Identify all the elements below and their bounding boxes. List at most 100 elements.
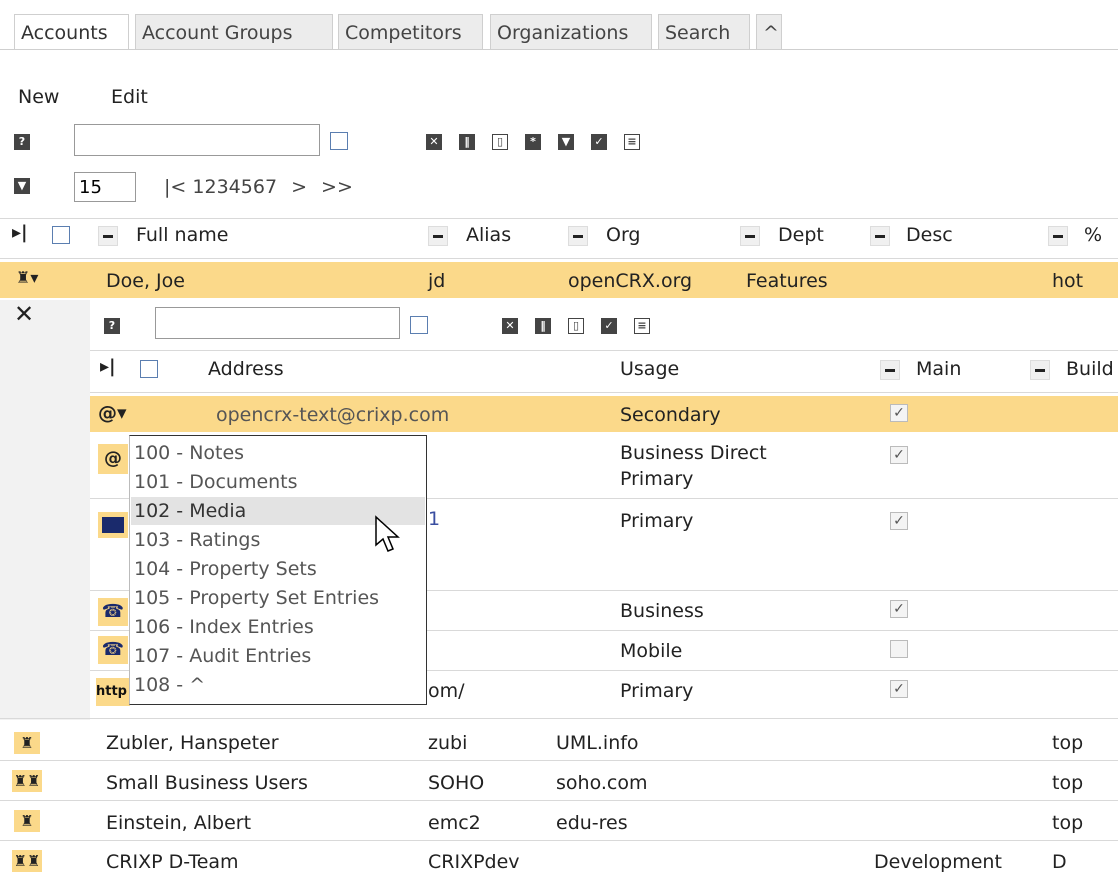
dropdown-item-ratings[interactable]: 103 - Ratings bbox=[134, 526, 260, 554]
sub-columns-icon[interactable]: ‖ bbox=[535, 318, 551, 334]
clear-filter-icon[interactable]: ✕ bbox=[426, 134, 442, 150]
sub-row-address[interactable]: om/ bbox=[428, 680, 465, 702]
filter-down-icon[interactable]: ▼ bbox=[558, 134, 574, 150]
columns-icon[interactable]: ‖ bbox=[459, 134, 475, 150]
sub-select-all-checkbox[interactable] bbox=[140, 360, 158, 378]
col-build[interactable]: Build bbox=[1066, 358, 1114, 380]
main-checkbox[interactable]: ✓ bbox=[890, 600, 908, 618]
dropdown-item-documents[interactable]: 101 - Documents bbox=[134, 468, 298, 496]
tab-accounts[interactable]: Accounts bbox=[14, 14, 129, 50]
tab-search[interactable]: Search bbox=[658, 14, 750, 50]
sub-filter-input[interactable] bbox=[155, 307, 400, 339]
row-pct: top bbox=[1052, 732, 1084, 754]
page-link[interactable]: 7 bbox=[265, 176, 277, 198]
page-link[interactable]: 6 bbox=[253, 176, 265, 198]
toggle-all-icon[interactable]: ▸| bbox=[12, 222, 28, 243]
row-full-name[interactable]: CRIXP D-Team bbox=[106, 851, 239, 873]
card-icon[interactable] bbox=[98, 512, 128, 538]
collapse-alias-button[interactable] bbox=[428, 226, 448, 246]
page-link[interactable]: 1 bbox=[192, 176, 204, 198]
dropdown-item-property-set-entries[interactable]: 105 - Property Set Entries bbox=[134, 584, 379, 612]
col-usage[interactable]: Usage bbox=[620, 358, 679, 380]
collapse-build-button[interactable] bbox=[1030, 360, 1050, 380]
tab-more[interactable]: ^ bbox=[756, 14, 782, 50]
row-alias: zubi bbox=[428, 732, 468, 754]
row-full-name[interactable]: Zubler, Hanspeter bbox=[106, 732, 279, 754]
filter-checkbox[interactable] bbox=[330, 132, 348, 150]
sub-toggle-all-icon[interactable]: ▸| bbox=[100, 356, 116, 377]
tab-competitors[interactable]: Competitors bbox=[338, 14, 483, 50]
phone-icon[interactable]: ☎ bbox=[98, 598, 128, 626]
row-separator bbox=[0, 800, 1118, 801]
web-icon[interactable]: http bbox=[96, 678, 130, 706]
page-size-input[interactable] bbox=[74, 172, 136, 202]
check-icon[interactable]: ✓ bbox=[591, 134, 607, 150]
sub-check-icon[interactable]: ✓ bbox=[601, 318, 617, 334]
main-checkbox[interactable] bbox=[890, 640, 908, 658]
col-main[interactable]: Main bbox=[916, 358, 961, 380]
col-address[interactable]: Address bbox=[208, 358, 284, 380]
group-icon[interactable]: ♜♜ bbox=[12, 770, 42, 792]
col-full-name[interactable]: Full name bbox=[136, 224, 228, 246]
dropdown-item-audit-entries[interactable]: 107 - Audit Entries bbox=[134, 642, 311, 670]
sub-row-address-tail[interactable]: 1 bbox=[428, 508, 440, 530]
sub-column-icon[interactable]: ▯ bbox=[568, 318, 584, 334]
filter-input[interactable] bbox=[74, 124, 320, 156]
first-page-link[interactable]: |< bbox=[164, 176, 186, 198]
collapse-desc-button[interactable] bbox=[870, 226, 890, 246]
list-icon[interactable]: ≡ bbox=[624, 134, 640, 150]
dropdown-item-index-entries[interactable]: 106 - Index Entries bbox=[134, 613, 314, 641]
collapse-fullname-button[interactable] bbox=[98, 226, 118, 246]
close-icon[interactable]: ✕ bbox=[14, 300, 34, 328]
main-checkbox[interactable]: ✓ bbox=[890, 446, 908, 464]
tab-account-groups[interactable]: Account Groups bbox=[135, 14, 333, 50]
col-dept[interactable]: Dept bbox=[778, 224, 824, 246]
help-icon[interactable]: ? bbox=[14, 134, 30, 150]
col-desc[interactable]: Desc bbox=[906, 224, 953, 246]
page-link[interactable]: 2 bbox=[204, 176, 216, 198]
sub-panel-gutter bbox=[0, 300, 90, 720]
collapse-dept-button[interactable] bbox=[740, 226, 760, 246]
asterisk-icon[interactable]: * bbox=[525, 134, 541, 150]
col-pct[interactable]: % bbox=[1084, 224, 1102, 246]
next-page-link[interactable]: > bbox=[291, 176, 307, 198]
edit-menu[interactable]: Edit bbox=[111, 86, 148, 108]
sub-help-icon[interactable]: ? bbox=[104, 318, 120, 334]
dropdown-item-property-sets[interactable]: 104 - Property Sets bbox=[134, 555, 317, 583]
collapse-org-button[interactable] bbox=[568, 226, 588, 246]
phone-icon[interactable]: ☎ bbox=[98, 636, 128, 664]
person-icon[interactable]: ♜ bbox=[14, 732, 40, 754]
at-icon[interactable]: @ bbox=[98, 444, 128, 474]
sub-clear-icon[interactable]: ✕ bbox=[502, 318, 518, 334]
dropdown-item-more[interactable]: 108 - ^ bbox=[134, 671, 205, 699]
person-icon[interactable]: ♜▾ bbox=[16, 268, 38, 287]
select-all-checkbox[interactable] bbox=[52, 226, 70, 244]
col-org[interactable]: Org bbox=[606, 224, 641, 246]
sub-row-address[interactable]: opencrx-text@crixp.com bbox=[216, 404, 449, 426]
dropdown-item-media[interactable]: 102 - Media bbox=[134, 497, 246, 525]
collapse-icon[interactable]: ▼ bbox=[14, 178, 30, 194]
page-link[interactable]: 3 bbox=[217, 176, 229, 198]
page-link[interactable]: 4 bbox=[229, 176, 241, 198]
row-full-name[interactable]: Small Business Users bbox=[106, 772, 308, 794]
sub-list-icon[interactable]: ≡ bbox=[634, 318, 650, 334]
dropdown-item-notes[interactable]: 100 - Notes bbox=[134, 439, 244, 467]
page-link[interactable]: 5 bbox=[241, 176, 253, 198]
main-checkbox[interactable]: ✓ bbox=[890, 512, 908, 530]
sub-filter-checkbox[interactable] bbox=[410, 316, 428, 334]
at-icon[interactable]: @▾ bbox=[98, 402, 127, 424]
new-menu[interactable]: New bbox=[18, 86, 59, 108]
row-full-name[interactable]: Doe, Joe bbox=[106, 270, 185, 292]
column-icon[interactable]: ▯ bbox=[492, 134, 508, 150]
collapse-main-button[interactable] bbox=[880, 360, 900, 380]
last-page-link[interactable]: >> bbox=[321, 176, 353, 198]
main-checkbox[interactable]: ✓ bbox=[890, 680, 908, 698]
group-icon[interactable]: ♜♜ bbox=[12, 850, 42, 872]
row-alias: CRIXPdev bbox=[428, 851, 520, 873]
col-alias[interactable]: Alias bbox=[466, 224, 511, 246]
person-icon[interactable]: ♜ bbox=[14, 810, 40, 832]
main-checkbox[interactable]: ✓ bbox=[890, 404, 908, 422]
row-full-name[interactable]: Einstein, Albert bbox=[106, 812, 251, 834]
tab-organizations[interactable]: Organizations bbox=[490, 14, 652, 50]
collapse-pct-button[interactable] bbox=[1048, 226, 1068, 246]
